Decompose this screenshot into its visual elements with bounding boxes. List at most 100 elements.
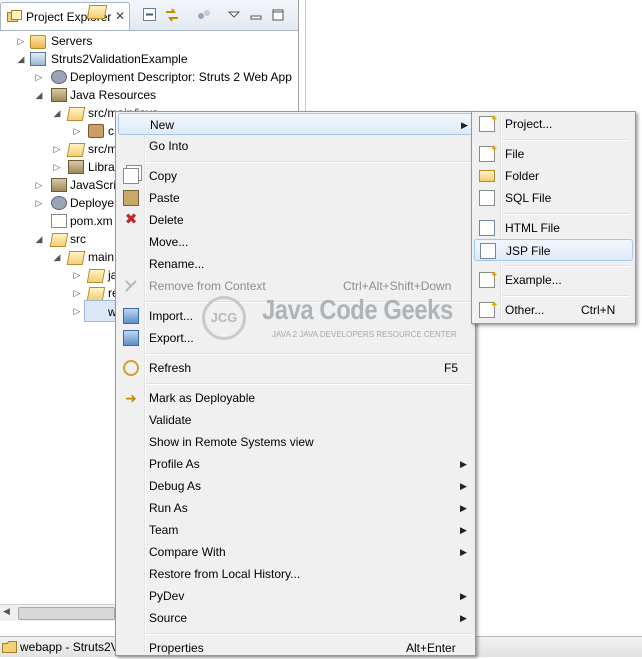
menu-item-label: Rename... [149, 257, 205, 271]
collapse-all-icon[interactable] [142, 7, 158, 23]
new-sparkle-icon: ✦ [490, 144, 499, 155]
menu-item-mark-as-deployable[interactable]: ➜ Mark as Deployable [118, 387, 473, 409]
submenu-arrow-icon: ▶ [460, 547, 467, 557]
folder-icon [2, 641, 18, 656]
menu-item-restore-from-local-history[interactable]: Restore from Local History... [118, 563, 473, 585]
menu-item-refresh[interactable]: Refresh F5 [118, 357, 473, 379]
submenu-item-folder[interactable]: Folder [474, 165, 633, 187]
menu-item-import[interactable]: Import... [118, 305, 473, 327]
deployed-resources-icon [51, 196, 67, 210]
menu-item-pydev[interactable]: PyDev ▶ [118, 585, 473, 607]
menu-item-label: JSP File [506, 244, 551, 258]
menu-item-source[interactable]: Source ▶ [118, 607, 473, 629]
menu-item-label: Project... [505, 117, 553, 131]
menu-item-label: Validate [149, 413, 192, 427]
folder-icon [66, 251, 86, 265]
new-folder-icon [479, 170, 495, 182]
menu-item-copy[interactable]: Copy [118, 165, 473, 187]
menu-item-paste[interactable]: Paste [118, 187, 473, 209]
menu-separator [502, 295, 629, 297]
menu-item-debug-as[interactable]: Debug As ▶ [118, 475, 473, 497]
menu-item-validate[interactable]: Validate [118, 409, 473, 431]
menu-item-label: Paste [149, 191, 180, 205]
folder-icon [30, 35, 46, 49]
menu-item-label: Import... [149, 309, 194, 323]
menu-separator [502, 265, 629, 267]
folder-icon [86, 5, 108, 19]
libraries-icon [68, 160, 84, 174]
menu-item-label: Move... [149, 235, 189, 249]
close-icon[interactable]: ✕ [115, 9, 125, 23]
menu-item-new[interactable]: New ▶ [118, 113, 473, 135]
menu-item-label: Team [149, 523, 179, 537]
menu-item-shortcut: Ctrl+N [581, 303, 616, 317]
context-menu: New ▶ Go Into Copy Paste ✖ Delete Move..… [115, 111, 476, 656]
submenu-item-project[interactable]: ✦ Project... [474, 113, 633, 135]
menu-item-label: Remove from Context [149, 279, 266, 293]
menu-item-label: Show in Remote Systems view [149, 435, 314, 449]
menu-item-label: Delete [149, 213, 184, 227]
menu-item-label: Copy [149, 169, 178, 183]
view-menu-icon[interactable] [226, 7, 242, 23]
menu-separator [146, 161, 471, 163]
menu-item-move[interactable]: Move... [118, 231, 473, 253]
java-resources-icon [51, 88, 67, 102]
source-folder-icon [66, 107, 86, 121]
submenu-item-html-file[interactable]: HTML File [474, 217, 633, 239]
expand-arrow-icon[interactable]: ▷ [72, 300, 82, 322]
deployable-arrow-icon: ➜ [125, 390, 137, 406]
menu-item-label: HTML File [505, 221, 560, 235]
submenu-item-jsp-file[interactable]: JSP File [474, 239, 633, 261]
web-project-icon [30, 52, 46, 66]
menu-item-delete[interactable]: ✖ Delete [118, 209, 473, 231]
submenu-item-sql-file[interactable]: SQL File [474, 187, 633, 209]
maximize-icon[interactable] [270, 7, 286, 23]
menu-item-label: Mark as Deployable [149, 391, 256, 405]
menu-item-label: Debug As [149, 479, 202, 493]
menu-item-team[interactable]: Team ▶ [118, 519, 473, 541]
package-icon [88, 124, 104, 138]
menu-item-label: Export... [149, 331, 194, 345]
refresh-icon [123, 360, 139, 376]
menu-item-label: Other... [505, 303, 545, 317]
menu-item-show-in-remote-systems[interactable]: Show in Remote Systems view [118, 431, 473, 453]
menu-item-compare-with[interactable]: Compare With ▶ [118, 541, 473, 563]
submenu-arrow-icon: ▶ [460, 525, 467, 535]
scroll-left-icon[interactable]: ◀ [3, 606, 10, 617]
new-sparkle-icon: ✦ [490, 300, 499, 311]
submenu-item-example[interactable]: ✦ Example... [474, 269, 633, 291]
menu-item-label: Restore from Local History... [149, 567, 301, 581]
submenu-item-other[interactable]: ✦ Other... Ctrl+N [474, 299, 633, 321]
submenu-arrow-icon: ▶ [460, 459, 467, 469]
menu-item-shortcut: F5 [444, 361, 459, 375]
menu-item-go-into[interactable]: Go Into [118, 135, 473, 157]
menu-item-profile-as[interactable]: Profile As ▶ [118, 453, 473, 475]
filter-icon[interactable] [196, 7, 212, 23]
menu-separator [502, 139, 629, 141]
submenu-arrow-icon: ▶ [460, 613, 467, 623]
menu-item-run-as[interactable]: Run As ▶ [118, 497, 473, 519]
submenu-arrow-icon: ▶ [460, 591, 467, 601]
project-explorer-icon [7, 10, 22, 27]
menu-item-rename[interactable]: Rename... [118, 253, 473, 275]
delete-icon: ✖ [124, 211, 138, 228]
export-icon [123, 330, 139, 346]
scroll-thumb[interactable] [18, 607, 115, 620]
tree-item-webapp-arrow[interactable]: ▷ [0, 300, 84, 322]
link-with-editor-icon[interactable] [164, 7, 180, 23]
source-folder-icon [66, 143, 86, 157]
menu-item-label: SQL File [505, 191, 552, 205]
menu-item-label: Source [149, 611, 188, 625]
view-tab-bar: Project Explorer ✕ [0, 0, 298, 31]
paste-icon [123, 190, 139, 206]
menu-item-label: Example... [505, 273, 562, 287]
project-explorer-tab[interactable]: Project Explorer ✕ [0, 2, 130, 30]
html-file-icon [479, 220, 495, 236]
submenu-item-file[interactable]: ✦ File [474, 143, 633, 165]
menu-item-label: Refresh [149, 361, 192, 375]
new-sparkle-icon: ✦ [490, 114, 499, 125]
menu-item-export[interactable]: Export... [118, 327, 473, 349]
submenu-arrow-icon: ▶ [460, 481, 467, 491]
submenu-arrow-icon: ▶ [460, 503, 467, 513]
minimize-icon[interactable] [248, 7, 264, 23]
